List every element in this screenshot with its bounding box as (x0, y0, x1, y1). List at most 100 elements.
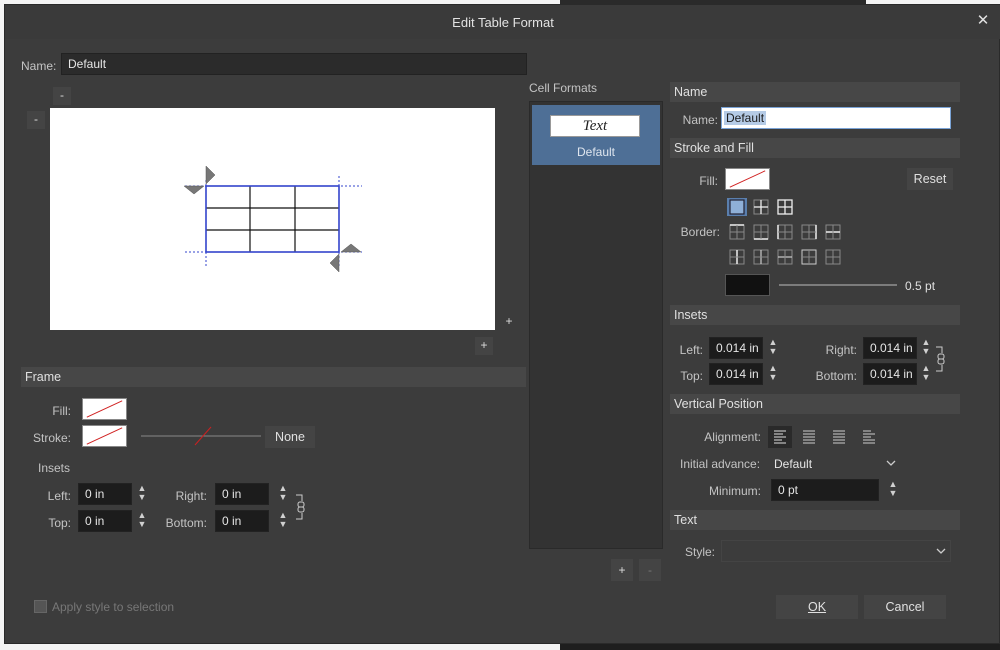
cell-inset-left-label: Left: (679, 343, 703, 357)
apply-style-checkbox[interactable] (34, 600, 47, 613)
cell-inset-bottom-label: Bottom: (815, 369, 857, 383)
close-icon[interactable]: ✕ (973, 11, 993, 31)
cell-inset-left-input[interactable]: 0.014 in (709, 337, 763, 359)
background-document-bottom (0, 644, 560, 650)
border-width-slider[interactable] (777, 274, 899, 296)
align-top-icon[interactable] (768, 426, 792, 448)
frame-inset-top-input[interactable]: 0 in (78, 510, 132, 532)
add-column-button[interactable]: + (500, 313, 518, 331)
border-all-icon[interactable] (775, 198, 795, 216)
border-inner-vertical-icon[interactable] (751, 248, 771, 266)
frame-fill-label: Fill: (52, 404, 71, 418)
table-preview-graphic (183, 165, 362, 273)
cell-inset-top-label: Top: (680, 369, 703, 383)
cell-name-section-header: Name (670, 82, 960, 102)
cell-name-input[interactable]: Default (721, 107, 951, 129)
border-vertical-icon[interactable] (727, 248, 747, 266)
style-chevron-down-icon[interactable] (935, 545, 947, 557)
frame-inset-bottom-input[interactable]: 0 in (215, 510, 269, 532)
frame-inset-right-stepper[interactable]: ▲ ▼ (277, 484, 289, 504)
cell-format-label: Default (576, 145, 616, 159)
cell-fill-label: Fill: (699, 174, 718, 188)
style-label: Style: (684, 545, 715, 559)
cell-inset-bottom-stepper[interactable]: ▲ ▼ (920, 364, 932, 384)
cell-format-preview: Text (550, 115, 640, 137)
border-width-value[interactable]: 0.5 pt (905, 279, 935, 293)
frame-inset-right-input[interactable]: 0 in (215, 483, 269, 505)
frame-stroke-swatch[interactable] (82, 425, 127, 447)
frame-inset-top-label: Top: (48, 516, 71, 530)
minimum-input[interactable]: 0 pt (771, 479, 879, 501)
alignment-label: Alignment: (704, 430, 761, 444)
table-preview (50, 108, 495, 330)
frame-link-insets-icon[interactable] (293, 491, 307, 523)
frame-inset-bottom-label: Bottom: (165, 516, 207, 530)
align-center-icon[interactable] (797, 426, 821, 448)
border-outline-icon[interactable] (727, 198, 747, 216)
reset-button[interactable]: Reset (907, 168, 953, 190)
frame-stroke-style-button[interactable]: None (265, 426, 315, 448)
cancel-button[interactable]: Cancel (864, 595, 946, 619)
frame-inset-left-label: Left: (47, 489, 71, 503)
cell-inset-bottom-input[interactable]: 0.014 in (863, 363, 917, 385)
remove-cell-format-button[interactable]: - (639, 559, 661, 581)
cell-inset-right-stepper[interactable]: ▲ ▼ (920, 338, 932, 358)
add-cell-format-button[interactable]: + (611, 559, 633, 581)
minimum-label: Minimum: (708, 484, 761, 498)
border-bottom-icon[interactable] (751, 223, 771, 241)
dialog-title: Edit Table Format (452, 15, 554, 30)
cell-inset-left-stepper[interactable]: ▲ ▼ (767, 338, 779, 358)
frame-inset-left-input[interactable]: 0 in (78, 483, 132, 505)
frame-stroke-width-slider[interactable] (139, 425, 263, 447)
ok-button[interactable]: OK (776, 595, 858, 619)
apply-style-label: Apply style to selection (52, 600, 175, 614)
border-left-icon[interactable] (775, 223, 795, 241)
align-bottom-icon[interactable] (827, 426, 851, 448)
initial-advance-value: Default (774, 457, 813, 471)
minimum-stepper[interactable]: ▲ ▼ (887, 480, 899, 500)
stroke-fill-section-header: Stroke and Fill (670, 138, 960, 158)
initial-advance-label: Initial advance: (680, 457, 761, 471)
border-inner-horizontal-icon[interactable] (775, 248, 795, 266)
frame-inset-right-label: Right: (175, 489, 207, 503)
vertical-position-section-header: Vertical Position (670, 394, 960, 414)
cell-fill-swatch[interactable] (725, 168, 770, 190)
initial-advance-select[interactable]: Default (767, 453, 901, 475)
cell-inset-top-stepper[interactable]: ▲ ▼ (767, 364, 779, 384)
cell-insets-section-header: Insets (670, 305, 960, 325)
frame-section-header: Frame (21, 367, 526, 387)
add-row-button[interactable]: + (475, 337, 493, 355)
border-top-icon[interactable] (727, 223, 747, 241)
text-section-header: Text (670, 510, 960, 530)
cell-format-preview-text: Text (582, 118, 608, 134)
cell-formats-list (529, 101, 663, 549)
remove-row-button[interactable]: - (27, 111, 45, 129)
cell-link-insets-icon[interactable] (933, 343, 947, 375)
cell-inset-top-input[interactable]: 0.014 in (709, 363, 763, 385)
initial-advance-chevron-down-icon[interactable] (885, 457, 897, 469)
frame-stroke-label: Stroke: (32, 431, 71, 445)
style-select[interactable] (721, 540, 951, 562)
frame-inset-top-stepper[interactable]: ▲ ▼ (136, 511, 148, 531)
frame-fill-swatch[interactable] (82, 398, 127, 420)
cell-inset-right-input[interactable]: 0.014 in (863, 337, 917, 359)
frame-insets-label: Insets (38, 461, 71, 475)
align-justify-icon[interactable] (857, 426, 881, 448)
border-inner-icon[interactable] (751, 198, 771, 216)
border-right-icon[interactable] (799, 223, 819, 241)
cell-inset-right-label: Right: (825, 343, 857, 357)
border-label: Border: (680, 225, 720, 239)
frame-inset-bottom-stepper[interactable]: ▲ ▼ (277, 511, 289, 531)
border-none-icon[interactable] (823, 248, 843, 266)
cell-name-label: Name: (682, 113, 718, 127)
remove-column-button[interactable]: - (53, 87, 71, 105)
border-outer-vertical-icon[interactable] (799, 248, 819, 266)
ok-label: OK (807, 600, 827, 614)
border-horizontal-icon[interactable] (823, 223, 843, 241)
table-name-label: Name: (21, 59, 57, 73)
table-name-input[interactable]: Default (61, 53, 527, 75)
border-color-swatch[interactable] (725, 274, 770, 296)
cell-formats-header: Cell Formats (529, 81, 598, 95)
frame-inset-left-stepper[interactable]: ▲ ▼ (136, 484, 148, 504)
cell-name-value: Default (724, 111, 767, 125)
